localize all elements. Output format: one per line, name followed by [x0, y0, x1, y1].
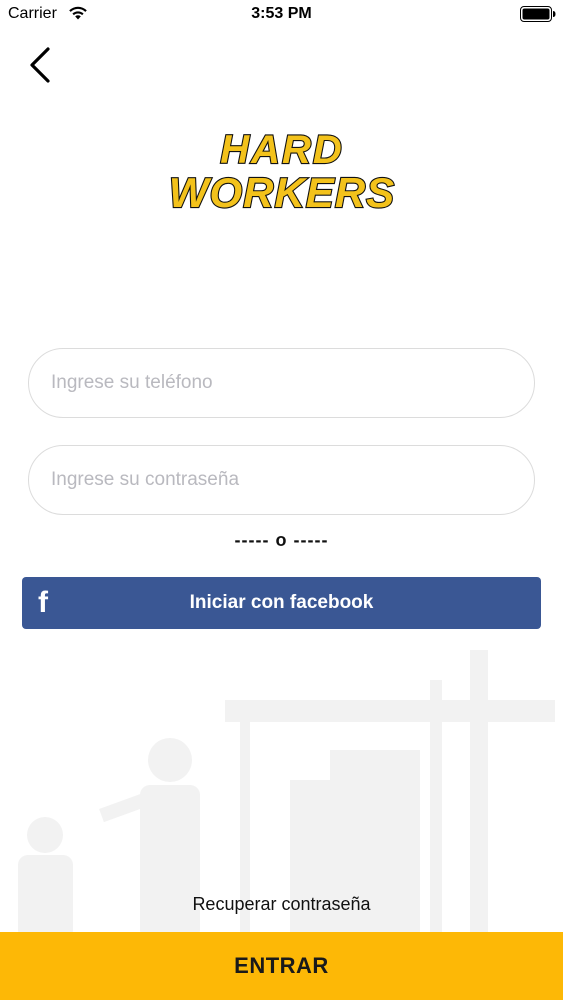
- back-button[interactable]: [20, 44, 60, 86]
- enter-button-label: ENTRAR: [234, 953, 329, 978]
- or-divider: ----- o -----: [234, 530, 329, 550]
- phone-input[interactable]: [29, 349, 534, 417]
- recover-password-link[interactable]: Recuperar contraseña: [0, 894, 563, 915]
- status-time: 3:53 PM: [251, 5, 312, 22]
- facebook-login-label: Iniciar con facebook: [189, 592, 374, 613]
- password-input[interactable]: [29, 446, 534, 514]
- background-illustration: [18, 650, 555, 940]
- phone-field[interactable]: [28, 348, 535, 418]
- chevron-left-icon: [30, 47, 50, 83]
- password-field[interactable]: [28, 445, 535, 515]
- hard-workers-logo: HARD WORKERS: [168, 127, 396, 217]
- enter-button[interactable]: ENTRAR: [0, 932, 563, 1000]
- battery-icon: [520, 6, 556, 22]
- facebook-login-button[interactable]: f Iniciar con facebook: [22, 577, 541, 629]
- logo-line-2: WORKERS: [169, 169, 395, 216]
- facebook-icon: f: [38, 586, 48, 619]
- logo-line-1: HARD: [220, 128, 344, 172]
